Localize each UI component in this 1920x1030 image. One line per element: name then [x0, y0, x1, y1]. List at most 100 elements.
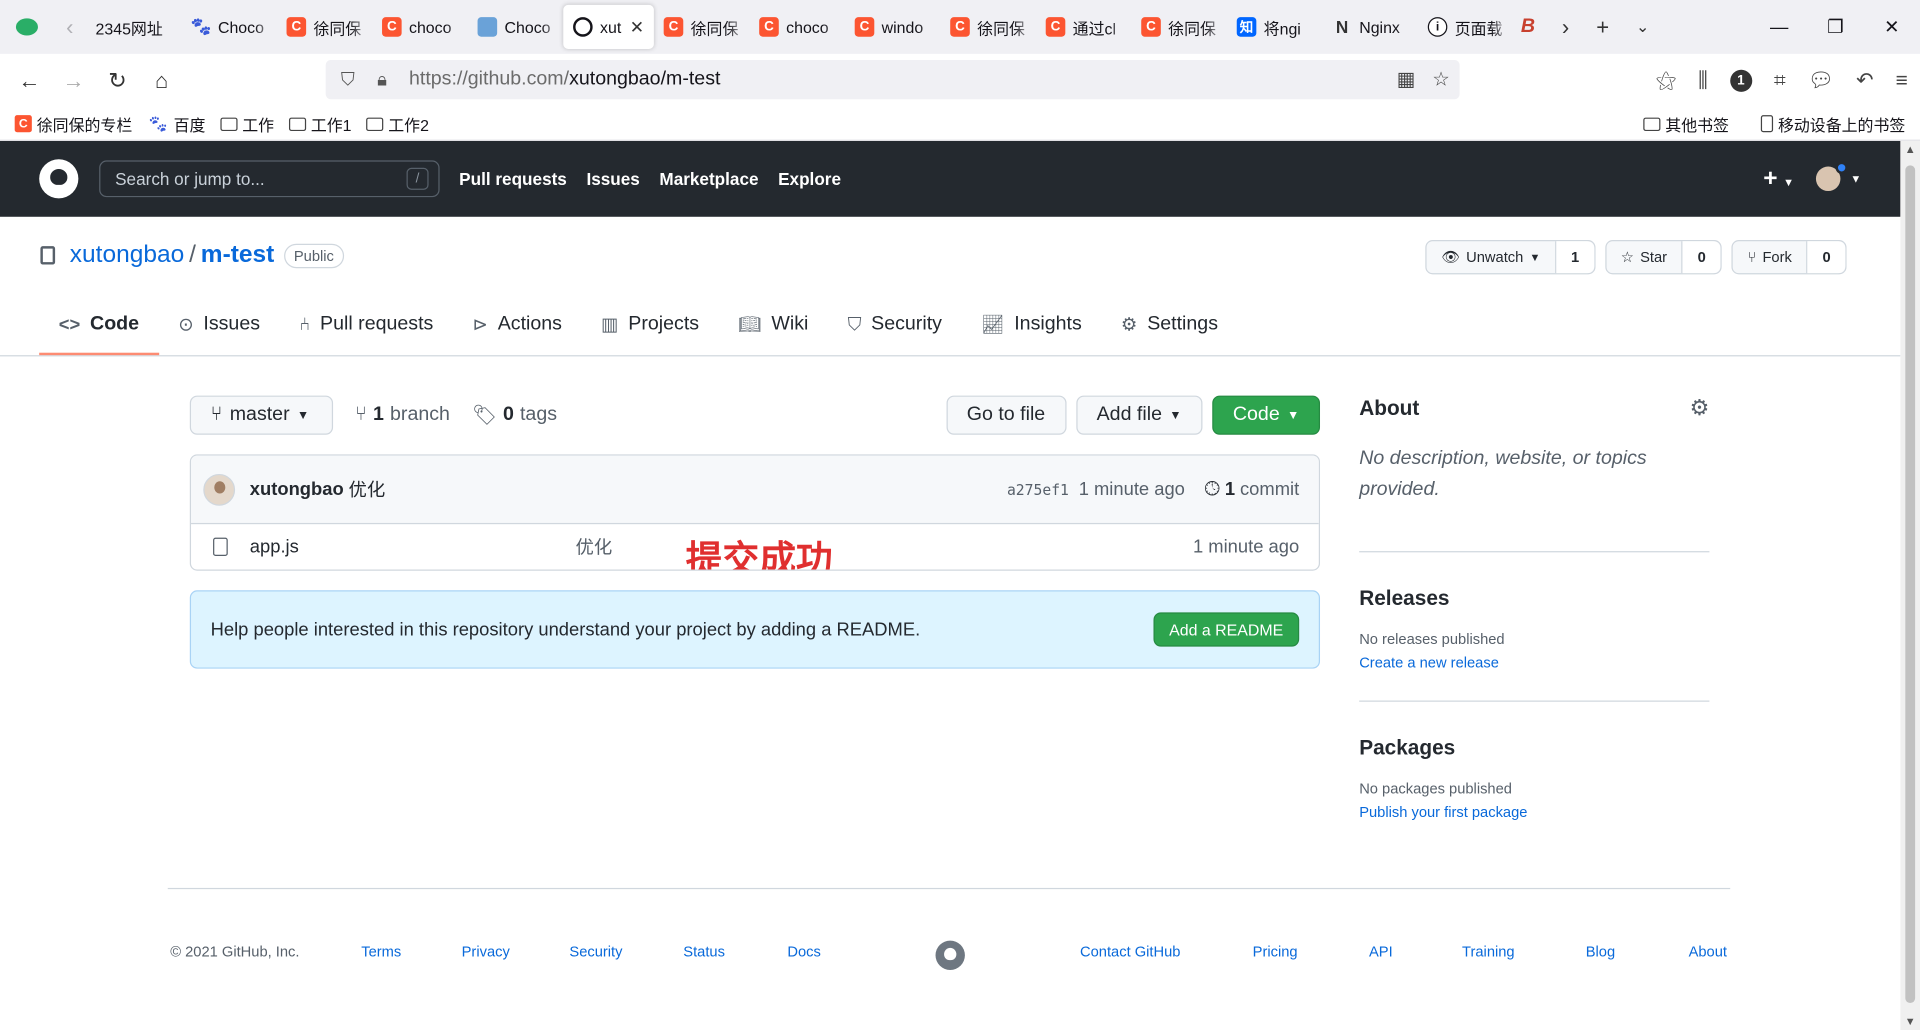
footer-link-blog[interactable]: Blog — [1586, 943, 1615, 960]
bilibili-icon[interactable]: B — [1521, 16, 1535, 38]
footer-link-training[interactable]: Training — [1462, 943, 1515, 960]
github-logo-icon[interactable] — [39, 159, 79, 199]
forward-icon[interactable]: → — [51, 61, 95, 100]
browser-tab[interactable]: 知将ngi — [1227, 4, 1323, 49]
star-count[interactable]: 0 — [1682, 241, 1721, 274]
tab-settings[interactable]: ⚙ Settings — [1101, 296, 1237, 355]
browser-tab[interactable]: Choco — [468, 4, 564, 49]
new-tab-icon[interactable]: + — [1596, 14, 1609, 40]
lock-icon[interactable]: 🔒︎ — [365, 69, 399, 90]
branches-link[interactable]: ⑂ 1 branch — [355, 404, 450, 426]
wechat-icon[interactable] — [0, 0, 54, 54]
commit-message[interactable]: 优化 — [349, 476, 386, 502]
avatar[interactable] — [203, 473, 236, 506]
go-to-file-button[interactable]: Go to file — [945, 395, 1067, 435]
fork-button[interactable]: ⑂ Fork — [1733, 241, 1808, 274]
close-window-icon[interactable]: ✕ — [1864, 0, 1920, 54]
nav-pull-requests[interactable]: Pull requests — [459, 169, 567, 189]
browser-tab[interactable]: Cchoco — [749, 4, 845, 49]
nav-issues[interactable]: Issues — [586, 169, 639, 189]
bookmark-folder-work[interactable]: 工作 — [220, 112, 274, 135]
footer-link-privacy[interactable]: Privacy — [462, 943, 510, 960]
browser-tab[interactable]: 🐾︎ Choco — [181, 4, 277, 49]
bookmark-folder-work1[interactable]: 工作1 — [288, 112, 352, 135]
shield-icon[interactable]: ⛉ — [331, 69, 365, 90]
url-bar[interactable]: ⛉ 🔒︎ https://github.com/xutongbao/m-test… — [325, 60, 1460, 100]
back-icon[interactable]: ← — [7, 61, 51, 100]
bookmark-csdn[interactable]: C 徐同保的专栏 — [14, 112, 133, 135]
commits-link[interactable]: 🕓︎ 1 commit — [1204, 478, 1299, 500]
tab-list-dropdown-icon[interactable]: ⌄ — [1636, 17, 1649, 37]
bookmark-baidu[interactable]: 🐾︎ 百度 — [147, 112, 206, 135]
browser-tab[interactable]: Cwindo — [845, 4, 941, 49]
tab-code[interactable]: <> Code — [39, 296, 159, 356]
add-file-button[interactable]: Add file ▼ — [1075, 395, 1203, 435]
footer-link-contact[interactable]: Contact GitHub — [1080, 943, 1180, 960]
code-button[interactable]: Code ▼ — [1212, 395, 1321, 435]
unwatch-button[interactable]: 👁︎ Unwatch ▼ — [1427, 241, 1557, 274]
github-logo-icon[interactable] — [935, 940, 965, 970]
bookmark-folder-work2[interactable]: 工作2 — [366, 112, 429, 135]
reload-icon[interactable]: ↻ — [96, 61, 140, 100]
tab-security[interactable]: ⛉ Security — [828, 296, 962, 355]
packages-title[interactable]: Packages — [1359, 736, 1709, 760]
tab-insights[interactable]: 📈︎ Insights — [962, 296, 1102, 355]
repo-owner-link[interactable]: xutongbao — [70, 241, 184, 269]
search-input[interactable]: Search or jump to... / — [99, 160, 440, 198]
browser-tab[interactable]: 2345网址 — [86, 4, 182, 49]
screenshot-icon[interactable]: ⌗ — [1774, 69, 1786, 93]
tab-actions[interactable]: ⊳ Actions — [453, 296, 582, 355]
footer-link-terms[interactable]: Terms — [361, 943, 401, 960]
scroll-up-icon[interactable]: ▲ — [1900, 143, 1920, 155]
footer-link-status[interactable]: Status — [683, 943, 725, 960]
add-readme-button[interactable]: Add a README — [1153, 612, 1300, 647]
tab-scroll-right-icon[interactable]: › — [1562, 14, 1569, 40]
star-button[interactable]: ☆ Star — [1606, 241, 1683, 274]
home-icon[interactable]: ⌂ — [140, 61, 184, 100]
browser-tab[interactable]: xut ✕ — [563, 4, 654, 49]
watch-count[interactable]: 1 — [1556, 241, 1594, 274]
footer-link-about[interactable]: About — [1689, 943, 1727, 960]
undo-icon[interactable]: ↶ — [1856, 69, 1873, 93]
footer-link-docs[interactable]: Docs — [787, 943, 820, 960]
nav-explore[interactable]: Explore — [778, 169, 841, 189]
bookmark-star-icon[interactable]: ☆ — [1432, 67, 1450, 91]
pocket-icon[interactable]: ⚝ — [1656, 69, 1676, 93]
close-tab-icon[interactable]: ✕ — [630, 17, 644, 38]
footer-link-api[interactable]: API — [1369, 943, 1393, 960]
browser-tab[interactable]: C 徐同保 — [654, 4, 750, 49]
scroll-down-icon[interactable]: ▼ — [1900, 1015, 1920, 1027]
footer-link-pricing[interactable]: Pricing — [1253, 943, 1298, 960]
library-icon[interactable]: ⫼ — [1698, 69, 1708, 93]
url-text[interactable]: https://github.com/xutongbao/m-test — [409, 69, 720, 91]
releases-title[interactable]: Releases — [1359, 587, 1709, 611]
bookmark-mobile[interactable]: 移动设备上的书签 — [1760, 112, 1905, 135]
extension-1-icon[interactable]: 1 — [1729, 69, 1752, 92]
repo-name-link[interactable]: m-test — [201, 241, 274, 269]
tab-issues[interactable]: ⊙ Issues — [159, 296, 280, 355]
branch-select-button[interactable]: ⑂ master ▼ — [189, 395, 334, 435]
file-name[interactable]: app.js — [250, 536, 299, 557]
scrollbar-thumb[interactable] — [1905, 165, 1916, 1004]
browser-tab[interactable]: C 徐同保 — [1131, 4, 1227, 49]
browser-tab[interactable]: Cchoco — [372, 4, 468, 49]
chat-icon[interactable]: 💬︎ — [1808, 69, 1834, 93]
browser-tab[interactable]: N Nginx — [1322, 4, 1418, 49]
tab-scroll-left-icon[interactable]: ‹ — [54, 14, 86, 40]
create-new-button[interactable]: + ▼ — [1763, 165, 1794, 193]
nav-marketplace[interactable]: Marketplace — [659, 169, 758, 189]
tab-projects[interactable]: ▥ Projects — [582, 296, 719, 355]
publish-package-link[interactable]: Publish your first package — [1359, 803, 1709, 820]
tab-wiki[interactable]: 📖︎ Wiki — [719, 296, 828, 355]
browser-tab[interactable]: C 徐同保 — [277, 4, 373, 49]
gear-icon[interactable]: ⚙ — [1690, 396, 1710, 422]
qr-code-icon[interactable]: ▦ — [1397, 67, 1416, 91]
fork-count[interactable]: 0 — [1807, 241, 1846, 274]
commit-author[interactable]: xutongbao — [250, 479, 344, 500]
file-commit-message[interactable]: 优化 — [576, 534, 613, 560]
create-release-link[interactable]: Create a new release — [1359, 654, 1709, 671]
browser-tab[interactable]: C 通过cl — [1036, 4, 1132, 49]
menu-icon[interactable]: ≡ — [1896, 69, 1908, 93]
restore-icon[interactable]: ❐ — [1807, 0, 1863, 54]
tab-pull-requests[interactable]: ⑃ Pull requests — [280, 296, 453, 355]
